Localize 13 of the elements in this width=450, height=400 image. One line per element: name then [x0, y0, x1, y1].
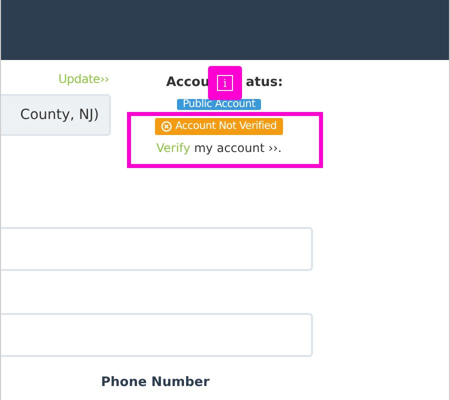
- not-verified-badge: Account Not Verified: [155, 118, 283, 135]
- account-status-heading: atus:: [246, 75, 283, 92]
- verify-text: Verify my account ››.: [156, 141, 282, 155]
- input-field[interactable]: [1, 227, 313, 271]
- phone-number-label: Phone Number: [101, 375, 211, 390]
- info-marker[interactable]: i: [208, 66, 242, 100]
- account-status-heading: Accou: [166, 75, 210, 92]
- verify-link[interactable]: Verify: [156, 141, 190, 155]
- update-link[interactable]: Update››: [58, 72, 109, 86]
- location-field[interactable]: County, NJ): [1, 94, 111, 136]
- input-field[interactable]: [1, 313, 313, 357]
- public-account-badge: Public Account: [176, 99, 262, 110]
- close-circle-icon: [161, 121, 172, 132]
